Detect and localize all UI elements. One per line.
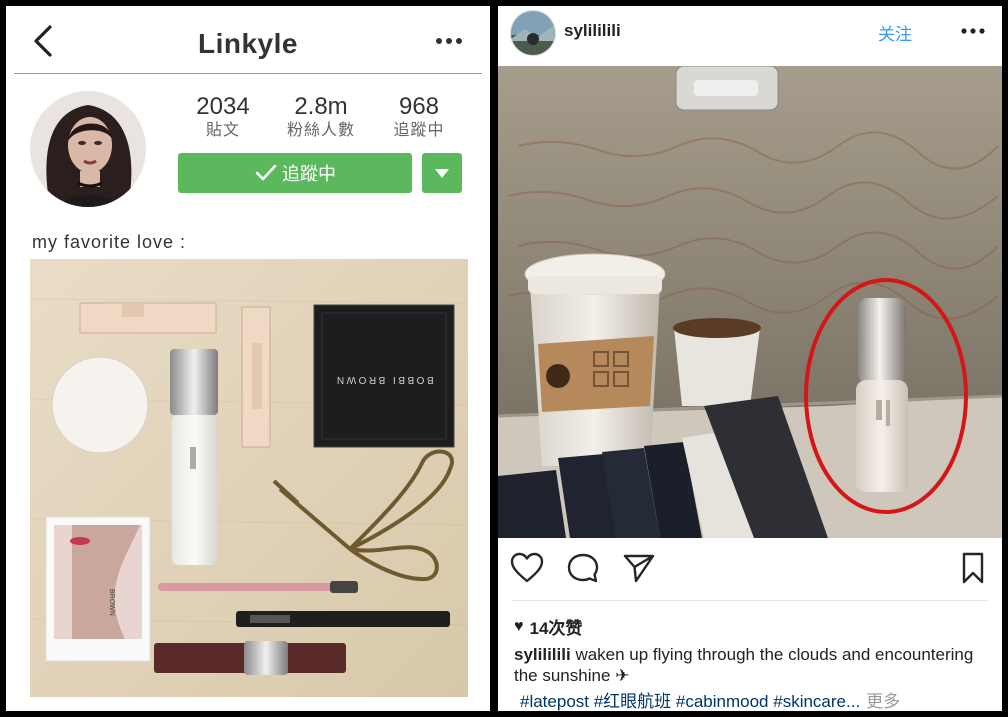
following-button-label: 追蹤中: [282, 164, 336, 184]
caption-hashtags: #latepost #红眼航班 #cabinmood #skincare... 更…: [520, 687, 900, 711]
follow-dropdown-button[interactable]: [422, 153, 462, 193]
stat-followers-label: 粉絲人數: [286, 122, 355, 139]
likes-count[interactable]: ♥ 14次赞: [514, 614, 582, 639]
actions-divider: [512, 600, 988, 601]
check-icon: [255, 164, 277, 181]
more-dots-icon[interactable]: [434, 34, 464, 48]
stat-posts[interactable]: 2034 貼文: [178, 94, 268, 140]
stat-posts-label: 貼文: [205, 122, 240, 139]
post-user-avatar[interactable]: [510, 10, 556, 56]
post-username[interactable]: sylililili: [564, 21, 621, 41]
caption-more-link[interactable]: 更多: [866, 692, 900, 711]
header-divider: [14, 73, 482, 74]
post-screen: sylililili 关注 ♥ 14次赞 sylililili waken up…: [498, 6, 1002, 711]
profile-bio: my favorite love :: [32, 232, 187, 252]
caption-text: waken up flying through the clouds and e…: [514, 645, 974, 685]
stat-followers-value: 2.8m: [294, 93, 348, 120]
more-dots-icon[interactable]: [960, 24, 986, 38]
profile-header: Linkyle: [6, 6, 490, 76]
post-header: sylililili 关注: [498, 6, 1002, 66]
comment-icon[interactable]: [566, 552, 600, 584]
bookmark-icon[interactable]: [956, 552, 990, 584]
cosmetics-flatlay-photo[interactable]: BOBBI BROWN BROWN: [30, 259, 468, 697]
postcard-text: BROWN: [108, 589, 115, 616]
post-caption: sylililili waken up flying through the c…: [514, 644, 984, 686]
heart-icon: ♥: [514, 617, 524, 635]
profile-avatar[interactable]: [30, 91, 146, 207]
stat-posts-value: 2034: [196, 93, 250, 120]
stat-following-value: 968: [398, 93, 440, 120]
likes-count-text: 14次赞: [529, 619, 583, 638]
hashtags-text[interactable]: #latepost #红眼航班 #cabinmood #skincare...: [520, 692, 860, 711]
stat-followers[interactable]: 2.8m 粉絲人數: [276, 94, 366, 140]
heart-icon[interactable]: [510, 552, 544, 584]
stat-following-label: 追蹤中: [393, 122, 445, 139]
profile-title: Linkyle: [198, 28, 298, 59]
caption-username[interactable]: sylililili: [514, 645, 571, 664]
profile-screen: Linkyle 2034 貼文 2.8m 粉絲人數 968 追蹤中 追蹤中 my…: [6, 6, 490, 711]
airplane-tray-photo[interactable]: [498, 66, 1002, 538]
stat-following[interactable]: 968 追蹤中: [374, 94, 464, 140]
palette-brand-text: BOBBI BROWN: [334, 374, 433, 385]
post-actions-bar: [498, 538, 1002, 598]
follow-button[interactable]: 关注: [878, 20, 912, 45]
share-icon[interactable]: [622, 552, 656, 584]
caret-down-icon: [435, 169, 449, 178]
following-button[interactable]: 追蹤中: [178, 153, 412, 193]
